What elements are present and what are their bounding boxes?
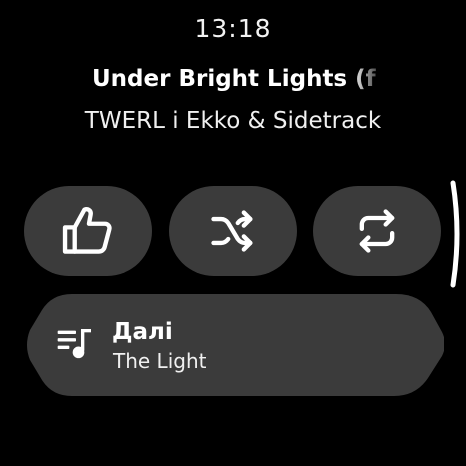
- scroll-indicator[interactable]: [448, 180, 466, 288]
- track-artist: TWERL i Ekko & Sidetrack: [84, 108, 382, 134]
- repeat-button[interactable]: [313, 186, 441, 276]
- shuffle-button[interactable]: [169, 186, 297, 276]
- like-button[interactable]: [24, 186, 152, 276]
- clock-time: 13:18: [194, 14, 272, 43]
- up-next-track-title: The Light: [113, 349, 207, 373]
- repeat-icon: [359, 209, 395, 253]
- shuffle-icon: [211, 210, 253, 252]
- watch-screen: 13:18 Under Bright Lights (f TWERL i Ekk…: [0, 0, 466, 466]
- thumbs-up-icon: [62, 207, 112, 254]
- up-next-chip[interactable]: Далі The Light: [24, 294, 444, 396]
- up-next-label: Далі: [112, 319, 173, 345]
- track-title: Under Bright Lights (f: [92, 66, 376, 92]
- queue-music-icon: [57, 329, 91, 359]
